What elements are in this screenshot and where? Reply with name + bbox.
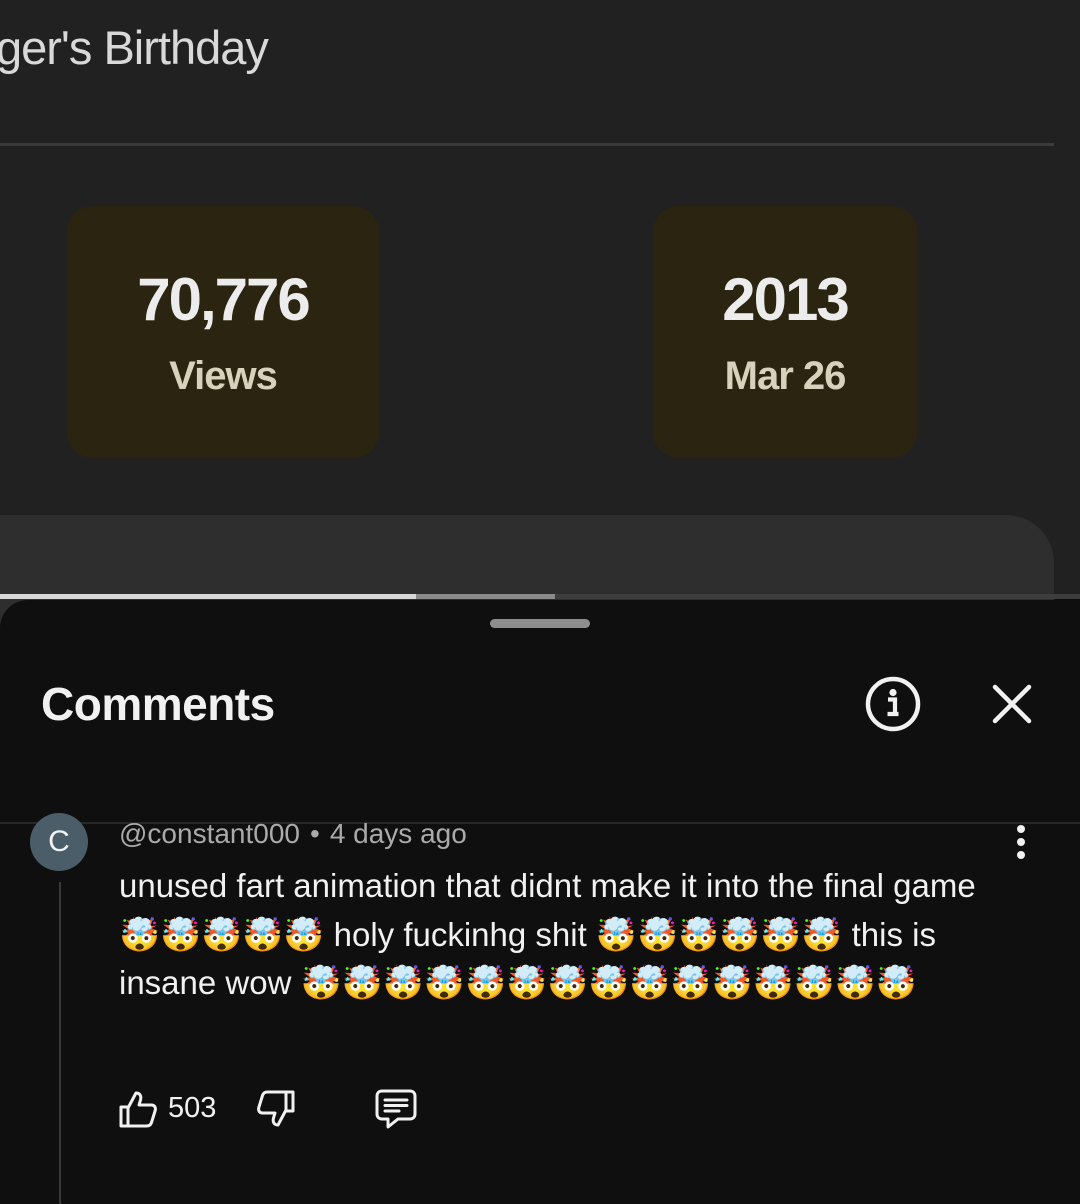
info-button[interactable] — [861, 672, 925, 736]
comments-sheet: Comments C @constant000 • 4 days ago unu… — [0, 600, 1080, 1204]
comment-options-button[interactable] — [999, 820, 1043, 864]
comment-item: C @constant000 • 4 days ago unused fart an… — [0, 810, 1080, 1204]
reply-button[interactable] — [372, 1085, 420, 1133]
comment-text: unused fart animation that didnt make it… — [119, 867, 976, 1001]
more-vertical-icon — [1017, 825, 1025, 859]
reply-icon — [375, 1089, 417, 1129]
close-button[interactable] — [983, 672, 1041, 736]
upload-date: Mar 26 — [724, 354, 847, 398]
thumbs-down-icon — [257, 1090, 295, 1127]
like-button[interactable] — [116, 1085, 160, 1133]
upload-year: 2013 — [722, 266, 849, 333]
thread-line — [59, 882, 89, 1204]
page: ger's Birthday 70,776 Views 2013 Mar 26 … — [0, 0, 1080, 1204]
video-progress-bar[interactable] — [0, 594, 1080, 599]
progress-buffered — [415, 594, 556, 599]
comment-author[interactable]: @constant000 — [119, 818, 300, 849]
like-count: 503 — [168, 1092, 217, 1124]
video-title: ger's Birthday — [0, 21, 269, 74]
meta-separator: • — [310, 818, 320, 849]
video-description: ger's Birthday 70,776 Views 2013 Mar 26 — [0, 0, 1080, 635]
comment-time: 4 days ago — [329, 818, 467, 849]
comment-meta: @constant000 • 4 days ago — [119, 818, 467, 850]
avatar[interactable]: C — [30, 813, 88, 871]
dislike-button[interactable] — [254, 1085, 298, 1133]
comments-title: Comments — [41, 678, 275, 730]
views-count: 70,776 — [137, 266, 311, 333]
info-circle-icon — [865, 676, 921, 732]
drag-handle[interactable] — [490, 619, 590, 628]
close-icon — [992, 684, 1032, 724]
views-label: Views — [169, 354, 278, 398]
divider — [0, 143, 1054, 146]
date-stat-card: 2013 Mar 26 — [653, 206, 917, 458]
views-stat-card: 70,776 Views — [67, 206, 379, 458]
comments-header: Comments — [0, 660, 1080, 824]
progress-played — [0, 594, 416, 599]
thumbs-up-icon — [119, 1091, 157, 1128]
comment-actions: 503 — [116, 1085, 516, 1133]
